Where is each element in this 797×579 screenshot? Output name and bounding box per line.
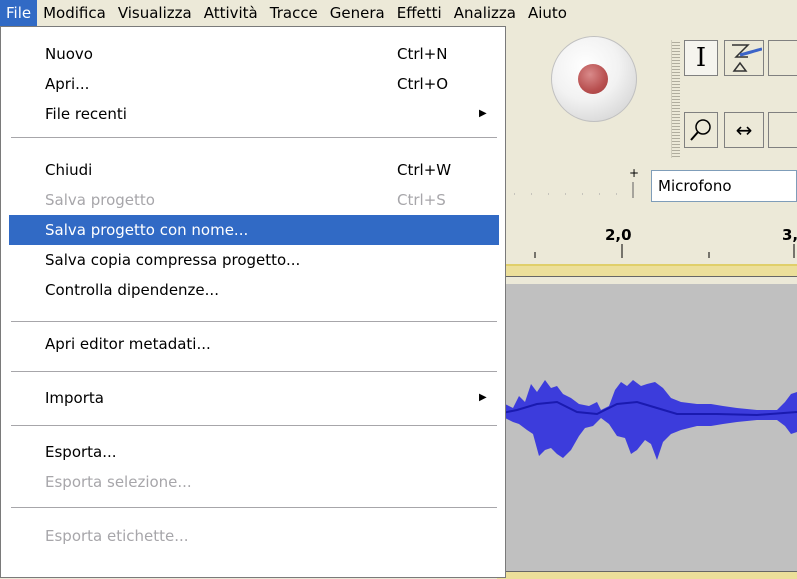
menu-modifica[interactable]: Modifica <box>37 0 112 26</box>
i-beam-icon: I <box>695 43 707 73</box>
menu-item-apri-editor-metadati[interactable]: Apri editor metadati... <box>9 329 499 359</box>
tool-button-partial[interactable] <box>768 112 797 148</box>
input-meter <box>497 182 634 198</box>
menu-item-esporta-selezione[interactable]: Esporta selezione... <box>9 467 499 497</box>
toolbar-grip[interactable] <box>671 40 680 158</box>
menu-file[interactable]: File <box>0 0 38 26</box>
file-menu-dropdown: Nuovo Ctrl+N Apri... Ctrl+O File recenti… <box>0 26 506 578</box>
magnifier-icon <box>690 119 711 141</box>
menu-genera[interactable]: Genera <box>324 0 391 26</box>
menu-item-nuovo[interactable]: Nuovo Ctrl+N <box>9 39 499 69</box>
menu-item-esporta-etichette[interactable]: Esporta etichette... <box>9 521 499 551</box>
ruler-label-3: 3,0 <box>782 226 797 244</box>
meter-plus-label: + <box>629 166 640 180</box>
menu-attivita[interactable]: Attività <box>198 0 264 26</box>
menu-separator <box>11 425 497 426</box>
menu-separator <box>11 371 497 372</box>
selection-tool-button[interactable]: I <box>684 40 718 76</box>
audio-track[interactable] <box>496 284 797 572</box>
menu-bar: File Modifica Visualizza Attività Tracce… <box>0 0 797 26</box>
menu-analizza[interactable]: Analizza <box>448 0 522 26</box>
double-arrow-icon: ↔ <box>735 118 753 142</box>
menu-separator <box>11 321 497 322</box>
menu-tracce[interactable]: Tracce <box>264 0 324 26</box>
menu-item-chiudi[interactable]: Chiudi Ctrl+W <box>9 155 499 185</box>
menu-item-file-recenti[interactable]: File recenti ▶ <box>9 99 499 129</box>
tool-button-partial-top[interactable] <box>768 40 797 76</box>
envelope-icon <box>732 44 762 72</box>
menu-visualizza[interactable]: Visualizza <box>112 0 198 26</box>
menu-aiuto[interactable]: Aiuto <box>522 0 573 26</box>
track-header-bar <box>497 264 797 277</box>
zoom-tool-button[interactable] <box>684 112 718 148</box>
menu-item-salva-progetto[interactable]: Salva progetto Ctrl+S <box>9 185 499 215</box>
record-icon <box>578 64 608 94</box>
menu-item-controlla-dipendenze[interactable]: Controlla dipendenze... <box>9 275 499 305</box>
menu-item-salva-progetto-con-nome[interactable]: Salva progetto con nome... <box>9 215 499 245</box>
submenu-arrow-icon: ▶ <box>479 108 487 119</box>
menu-item-apri[interactable]: Apri... Ctrl+O <box>9 69 499 99</box>
timeline-ruler[interactable]: 2,0 3,0 <box>497 214 797 264</box>
ruler-label-2: 2,0 <box>605 226 632 244</box>
record-button[interactable] <box>551 36 637 122</box>
envelope-tool-button[interactable] <box>724 40 764 76</box>
input-source-select[interactable]: Microfono <box>651 170 797 202</box>
timeshift-tool-button[interactable]: ↔ <box>724 112 764 148</box>
menu-separator <box>11 507 497 508</box>
waveform <box>496 380 797 460</box>
submenu-arrow-icon: ▶ <box>479 392 487 403</box>
menu-effetti[interactable]: Effetti <box>391 0 448 26</box>
menu-item-importa[interactable]: Importa ▶ <box>9 383 499 413</box>
menu-item-salva-copia-compressa[interactable]: Salva copia compressa progetto... <box>9 245 499 275</box>
menu-item-esporta[interactable]: Esporta... <box>9 437 499 467</box>
menu-separator <box>11 137 497 138</box>
